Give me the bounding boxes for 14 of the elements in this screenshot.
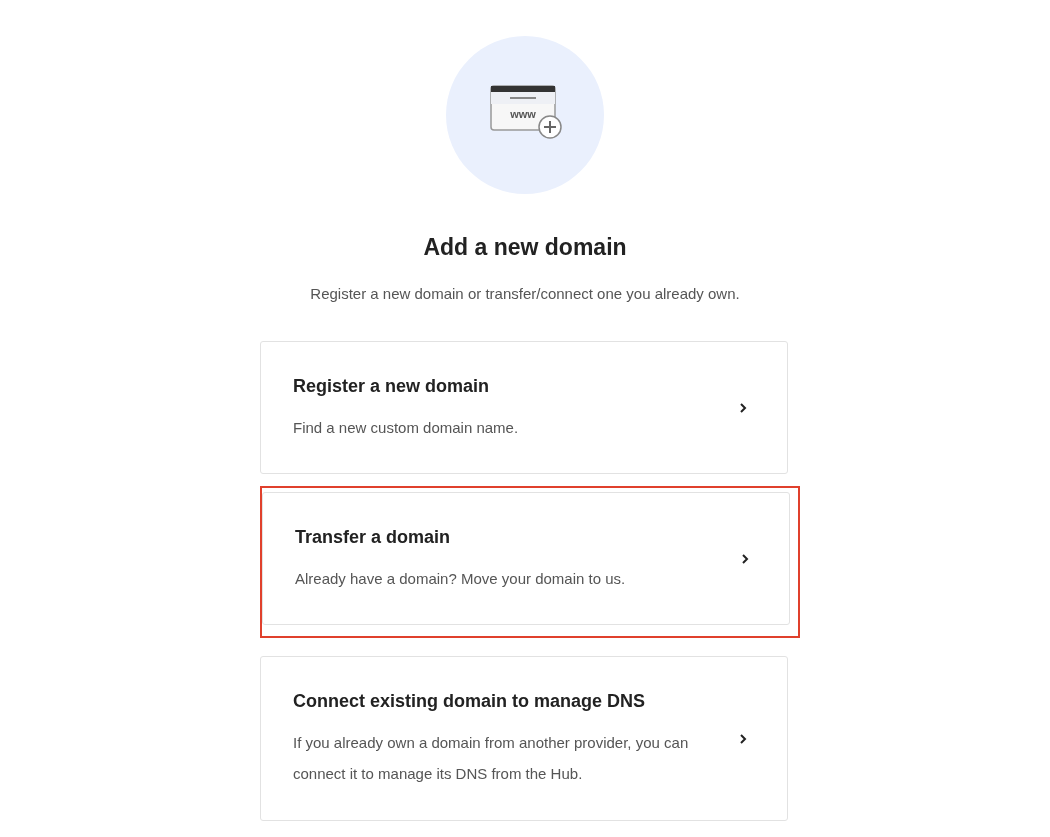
chevron-right-icon: [739, 732, 747, 745]
chevron-right-icon: [741, 552, 749, 565]
option-description: Find a new custom domain name.: [293, 417, 520, 438]
chevron-right-icon: [739, 401, 747, 414]
option-description: If you already own a domain from another provider, you can connect it to manage its DNS from the Hub.: [293, 733, 690, 784]
option-title: Register a new domain: [293, 374, 491, 398]
page-title: Add a new domain: [423, 233, 627, 262]
option-card[interactable]: Connect existing domain to manage DNS If you already own a domain from another provider, you can connect it to manage its DNS from the Hub.: [260, 656, 788, 821]
option-card[interactable]: Register a new domain Find a new custom domain name.: [260, 341, 788, 474]
page-subtitle: Register a new domain or transfer/connect one you already own.: [310, 283, 740, 304]
option-title: Connect existing domain to manage DNS: [293, 690, 647, 713]
option-description: Already have a domain? Move your domain to us.: [295, 568, 627, 589]
option-title: Transfer a domain: [295, 525, 452, 549]
option-card[interactable]: Transfer a domain Already have a domain? Move your domain to us.: [262, 492, 790, 625]
